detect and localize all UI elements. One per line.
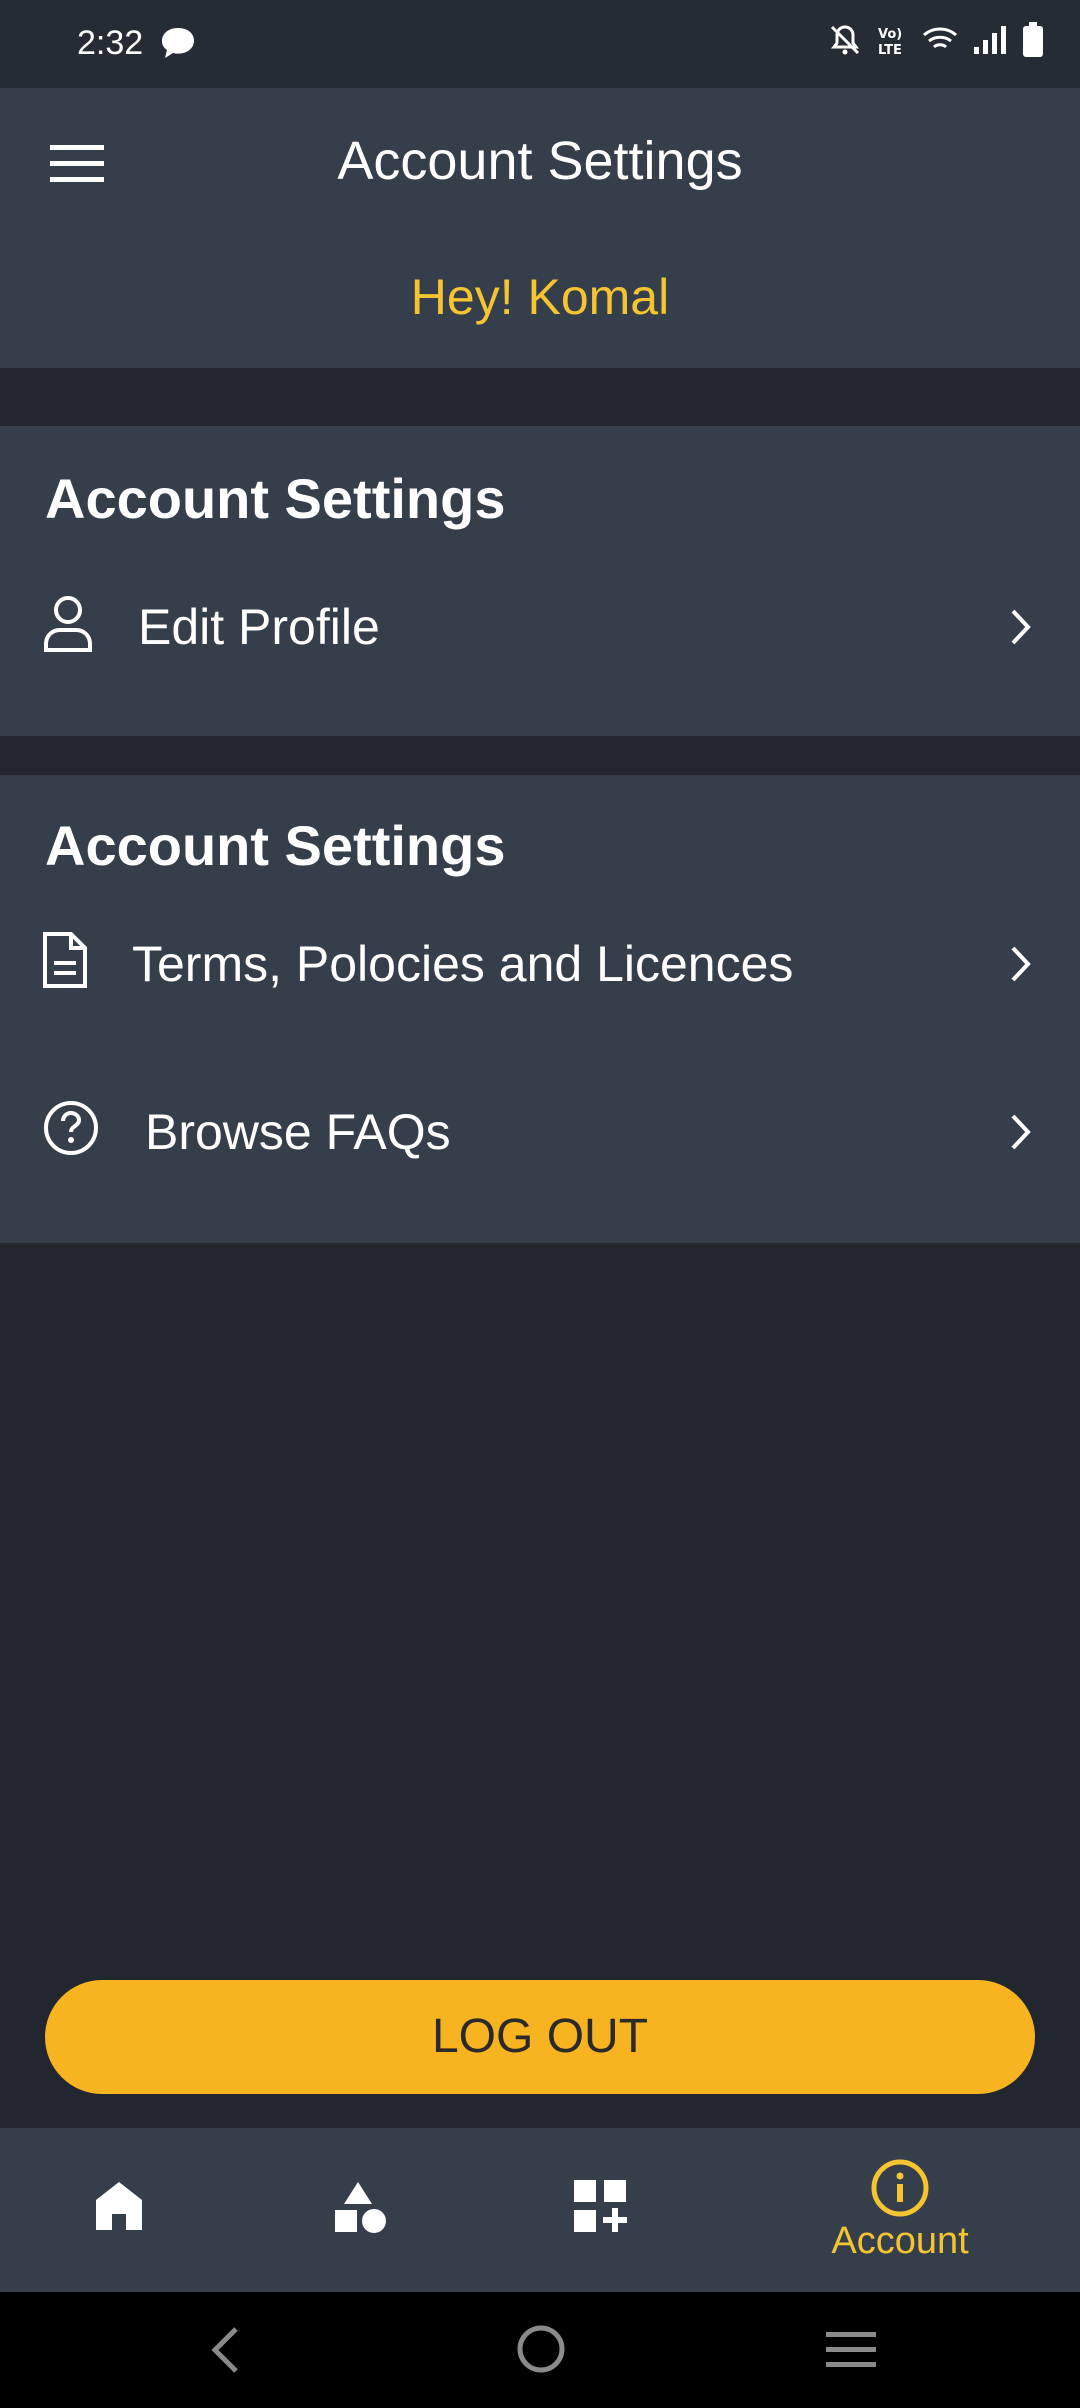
status-bar: 2:32 Vo) LTE bbox=[0, 0, 1080, 88]
chevron-right-icon bbox=[1010, 608, 1032, 651]
terms-row[interactable]: Terms, Polocies and Licences bbox=[0, 909, 1080, 1019]
chevron-right-icon bbox=[1010, 945, 1032, 988]
info-icon bbox=[870, 2158, 930, 2223]
bottom-nav: Account bbox=[0, 2128, 1080, 2292]
nav-account-label: Account bbox=[831, 2220, 969, 2262]
person-icon bbox=[42, 594, 94, 659]
faqs-row[interactable]: Browse FAQs bbox=[0, 1077, 1080, 1187]
edit-profile-label: Edit Profile bbox=[138, 599, 380, 655]
logout-button[interactable]: LOG OUT bbox=[45, 1980, 1035, 2094]
mute-icon bbox=[828, 23, 862, 62]
back-icon[interactable] bbox=[210, 2326, 240, 2379]
svg-text:LTE: LTE bbox=[878, 43, 902, 57]
edit-profile-row[interactable]: Edit Profile bbox=[0, 572, 1080, 682]
system-nav-bar bbox=[0, 2292, 1080, 2408]
shapes-icon bbox=[332, 2180, 388, 2241]
grid-add-icon bbox=[574, 2180, 628, 2239]
account-settings-section: Account Settings Edit Profile bbox=[0, 426, 1080, 736]
nav-account[interactable]: Account bbox=[800, 2128, 1000, 2292]
status-icons: Vo) LTE bbox=[828, 22, 1044, 63]
page-title: Account Settings bbox=[337, 131, 743, 191]
wifi-icon bbox=[922, 25, 958, 60]
recents-menu-icon[interactable] bbox=[826, 2330, 876, 2375]
message-icon bbox=[160, 26, 196, 65]
status-time: 2:32 bbox=[77, 24, 144, 62]
home-icon bbox=[94, 2180, 144, 2237]
nav-home[interactable] bbox=[60, 2128, 180, 2292]
volte-icon: Vo) LTE bbox=[876, 23, 908, 62]
app-header: Account Settings Hey! Komal bbox=[0, 88, 1080, 368]
section-heading-2: Account Settings bbox=[45, 814, 506, 877]
nav-grid-add[interactable] bbox=[540, 2128, 660, 2292]
home-circle-icon[interactable] bbox=[516, 2324, 566, 2379]
svg-text:Vo): Vo) bbox=[878, 27, 902, 42]
battery-icon bbox=[1022, 22, 1044, 63]
question-icon bbox=[42, 1099, 100, 1162]
chevron-right-icon bbox=[1010, 1113, 1032, 1156]
faqs-label: Browse FAQs bbox=[145, 1104, 451, 1160]
nav-shapes[interactable] bbox=[300, 2128, 420, 2292]
greeting-text: Hey! Komal bbox=[410, 269, 670, 325]
terms-label: Terms, Polocies and Licences bbox=[132, 936, 794, 992]
document-icon bbox=[42, 931, 88, 994]
signal-icon bbox=[972, 25, 1008, 60]
account-settings-section-2: Account Settings Terms, Polocies and Lic… bbox=[0, 775, 1080, 1243]
section-heading: Account Settings bbox=[45, 467, 506, 530]
